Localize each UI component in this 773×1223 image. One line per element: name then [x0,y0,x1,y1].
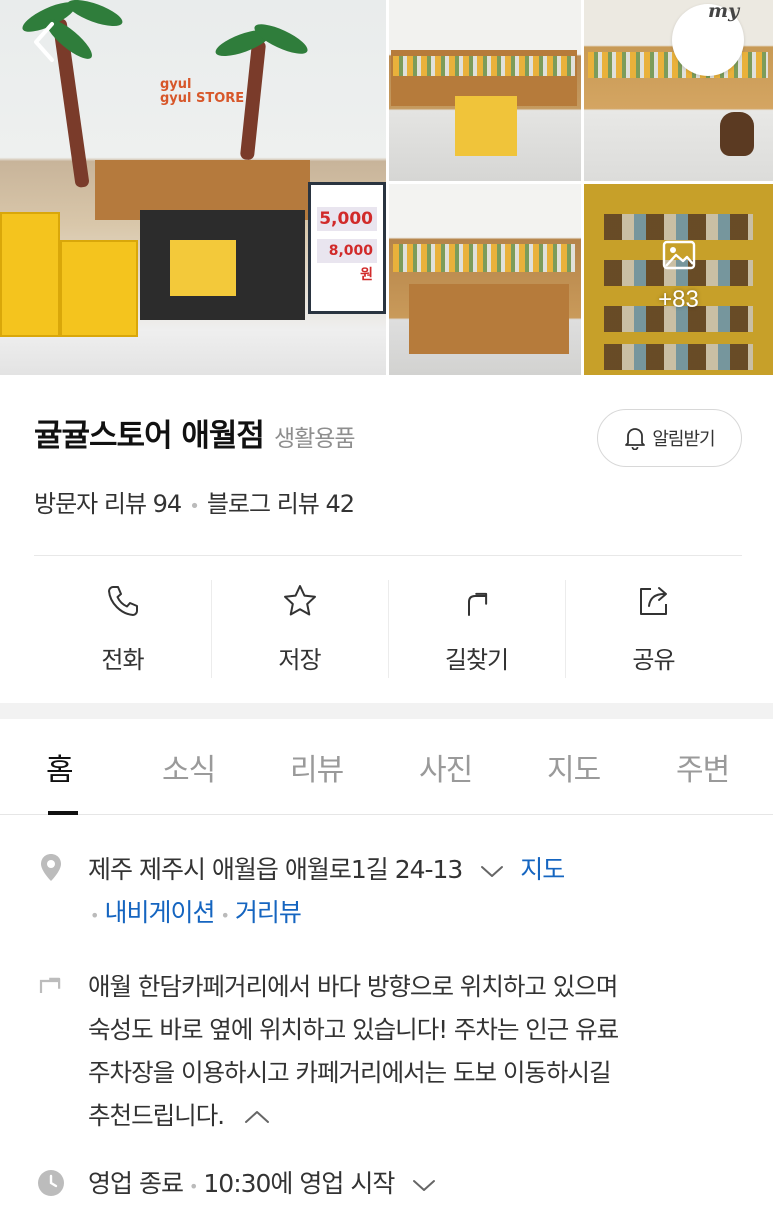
chevron-down-icon[interactable] [411,1177,437,1193]
place-name: 귤귤스토어 애월점 [34,418,265,454]
tab-news[interactable]: 소식 [162,745,216,789]
my-badge[interactable]: my [708,0,739,22]
address-links: • 내비게이션 • 거리뷰 [90,898,302,927]
tab-bar: 홈 소식 리뷰 사진 지도 주변 [0,719,773,815]
open-status: 영업 종료 [88,1169,184,1198]
chevron-down-icon[interactable] [479,863,505,879]
address-text: 제주 제주시 애월읍 애월로1길 24-13 [88,855,463,884]
place-title-row: 귤귤스토어 애월점 생활용품 [34,410,356,455]
open-time: 10:30에 영업 시작 [203,1169,395,1198]
tab-map[interactable]: 지도 [547,745,601,789]
share-icon [639,587,667,615]
star-icon [283,585,316,616]
divider [34,555,742,556]
clock-icon [38,1170,64,1196]
notification-label: 알림받기 [652,429,715,450]
active-tab-indicator [48,811,78,815]
call-button[interactable]: 전화 [34,580,211,678]
more-photos-count: +83 [658,286,699,313]
place-category: 생활용품 [273,426,356,452]
navigation-link[interactable]: 내비게이션 [104,898,215,927]
directions-icon [467,592,487,616]
tab-home[interactable]: 홈 [46,745,74,789]
bell-icon [625,428,646,450]
price-sign: 5,000 8,000원 [308,182,386,314]
share-label: 공유 [632,646,675,674]
phone-icon [107,586,138,616]
tab-photos[interactable]: 사진 [419,745,473,789]
tab-nearby[interactable]: 주변 [676,745,730,789]
directions-button[interactable]: 길찾기 [388,580,565,678]
more-photos-overlay[interactable] [584,184,773,375]
action-bar: 전화 저장 길찾기 공유 [34,580,742,678]
route-arrow-icon [39,977,61,993]
directions-label: 길찾기 [444,646,509,674]
image-icon [662,240,696,270]
photo-gallery[interactable]: gyul gyul STORE 5,000 8,000원 +83 my [0,0,773,375]
street-view-link[interactable]: 거리뷰 [235,898,302,927]
store-photo-2[interactable] [389,0,581,181]
share-button[interactable]: 공유 [565,580,742,678]
section-separator [0,703,773,719]
chevron-up-icon[interactable] [243,1109,271,1125]
address-row: 제주 제주시 애월읍 애월로1길 24-13 지도 [88,850,565,886]
blog-review-count[interactable]: 블로그 리뷰 42 [207,490,355,518]
business-hours-row[interactable]: 영업 종료 • 10:30에 영업 시작 [88,1164,437,1200]
tab-reviews[interactable]: 리뷰 [290,745,344,789]
directions-description: 애월 한담카페거리에서 바다 방향으로 위치하고 있으며 숙성도 바로 옆에 위… [88,972,619,1130]
call-label: 전화 [101,646,144,674]
bear-mascot [720,112,754,156]
review-summary: 방문자 리뷰 94 • 블로그 리뷰 42 [34,490,355,518]
store-photo-4[interactable] [389,184,581,375]
location-pin-icon [41,854,61,881]
visitor-review-count[interactable]: 방문자 리뷰 94 [34,490,182,518]
back-arrow-icon[interactable] [26,20,66,64]
store-logo: gyul gyul STORE [160,77,245,106]
save-label: 저장 [278,646,321,674]
save-button[interactable]: 저장 [211,580,388,678]
map-link[interactable]: 지도 [520,855,565,884]
notification-button[interactable]: 알림받기 [597,409,742,467]
